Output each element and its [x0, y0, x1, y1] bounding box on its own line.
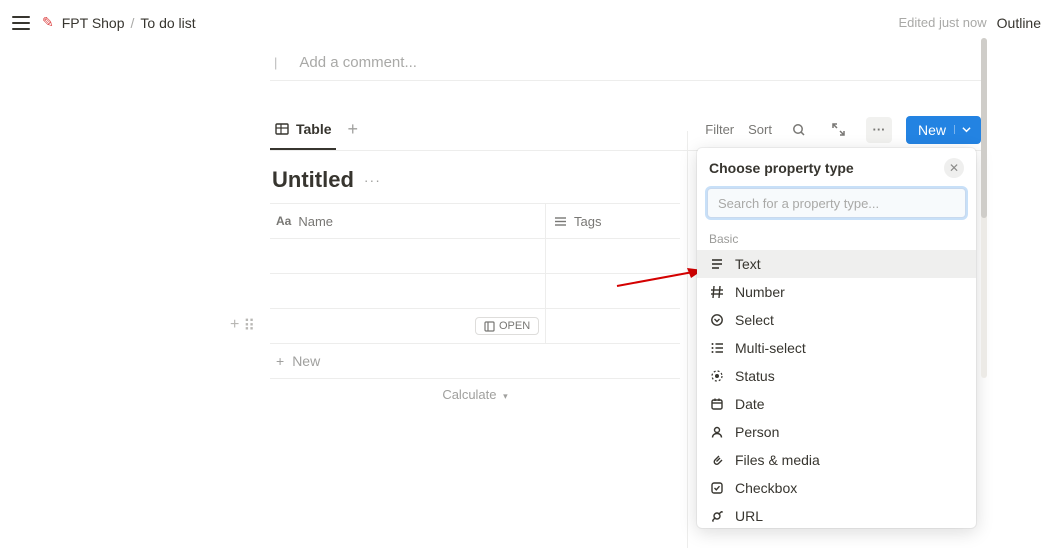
breadcrumb-page[interactable]: To do list — [140, 15, 195, 31]
add-icon[interactable]: + — [230, 316, 239, 336]
filter-button[interactable]: Filter — [705, 122, 734, 137]
page-icon: ✎ — [42, 14, 54, 31]
divider — [687, 131, 688, 548]
open-row-button[interactable]: OPEN — [475, 317, 539, 335]
row-handles[interactable]: + ⠿ — [230, 316, 255, 336]
popover-title: Choose property type — [709, 160, 854, 176]
breadcrumb-separator: / — [131, 15, 135, 31]
tabs-actions: Filter Sort ··· New — [705, 116, 981, 144]
files-icon — [709, 453, 725, 467]
tab-label: Table — [296, 121, 332, 137]
chevron-down-icon[interactable] — [954, 125, 971, 134]
person-icon — [709, 425, 725, 439]
column-tags-label: Tags — [574, 214, 601, 229]
property-label: Files & media — [735, 452, 820, 468]
expand-icon[interactable] — [826, 117, 852, 143]
table-header: Aa Name Tags — [270, 204, 680, 239]
property-type-text[interactable]: Text — [697, 250, 976, 278]
property-type-list: Text Number Select Multi-select Status Date Pe… — [697, 250, 976, 528]
property-label: Multi-select — [735, 340, 806, 356]
sort-button[interactable]: Sort — [748, 122, 772, 137]
table-row[interactable] — [270, 274, 680, 309]
property-type-checkbox[interactable]: Checkbox — [697, 474, 976, 502]
drag-handle-icon[interactable]: ⠿ — [243, 316, 255, 336]
topbar: ✎ FPT Shop / To do list Edited just now … — [0, 0, 1053, 45]
property-label: Date — [735, 396, 765, 412]
property-label: URL — [735, 508, 763, 524]
property-label: Person — [735, 424, 779, 440]
database-options-icon[interactable]: ··· — [364, 172, 381, 188]
property-type-popover: Choose property type ✕ Basic Text Number S… — [697, 148, 976, 528]
database-table: Aa Name Tags + ⠿ OPEN — [270, 203, 680, 410]
property-search-input[interactable] — [707, 188, 966, 218]
property-type-multiselect[interactable]: Multi-select — [697, 334, 976, 362]
table-icon — [274, 121, 290, 137]
search-icon[interactable] — [786, 117, 812, 143]
caret-icon: | — [274, 55, 277, 70]
property-label: Status — [735, 368, 775, 384]
breadcrumb: ✎ FPT Shop / To do list — [42, 14, 196, 31]
table-row[interactable] — [270, 239, 680, 274]
database-tabs: Table + Filter Sort ··· New — [270, 109, 981, 151]
property-label: Select — [735, 312, 774, 328]
open-label: OPEN — [499, 320, 530, 332]
url-icon — [709, 509, 725, 523]
number-icon — [709, 285, 725, 299]
more-icon[interactable]: ··· — [866, 117, 892, 143]
property-type-person[interactable]: Person — [697, 418, 976, 446]
new-row-button[interactable]: + New — [270, 344, 680, 379]
add-view-button[interactable]: + — [348, 119, 359, 140]
property-type-files[interactable]: Files & media — [697, 446, 976, 474]
edited-status: Edited just now — [898, 15, 986, 30]
multiselect-icon — [709, 341, 725, 355]
plus-icon: + — [276, 353, 284, 369]
menu-icon[interactable] — [12, 16, 30, 30]
column-name[interactable]: Aa Name — [270, 214, 545, 229]
property-label: Number — [735, 284, 785, 300]
column-name-label: Name — [298, 214, 333, 229]
tab-table[interactable]: Table — [270, 109, 336, 150]
date-icon — [709, 397, 725, 411]
text-icon — [709, 257, 725, 271]
select-icon — [709, 313, 725, 327]
new-button[interactable]: New — [906, 116, 981, 144]
checkbox-icon — [709, 481, 725, 495]
property-label: Text — [735, 256, 761, 272]
new-button-label: New — [918, 122, 946, 138]
outline-button[interactable]: Outline — [997, 15, 1041, 31]
comment-row[interactable]: | Add a comment... — [270, 45, 981, 81]
calculate-button[interactable]: Calculate ▾ — [270, 379, 680, 410]
section-basic: Basic — [697, 228, 976, 250]
chevron-down-icon: ▾ — [503, 391, 508, 401]
property-type-number[interactable]: Number — [697, 278, 976, 306]
property-type-select[interactable]: Select — [697, 306, 976, 334]
new-row-label: New — [292, 353, 320, 369]
table-row[interactable]: + ⠿ OPEN — [270, 309, 680, 344]
multiselect-icon — [554, 215, 567, 228]
close-icon[interactable]: ✕ — [944, 158, 964, 178]
property-type-date[interactable]: Date — [697, 390, 976, 418]
property-type-url[interactable]: URL — [697, 502, 976, 528]
scrollbar-thumb[interactable] — [981, 38, 987, 218]
text-type-icon: Aa — [276, 214, 291, 228]
column-tags[interactable]: Tags — [545, 204, 680, 238]
status-icon — [709, 369, 725, 383]
comment-placeholder: Add a comment... — [299, 54, 417, 71]
breadcrumb-workspace[interactable]: FPT Shop — [62, 15, 125, 31]
property-type-status[interactable]: Status — [697, 362, 976, 390]
database-title[interactable]: Untitled — [272, 167, 354, 193]
property-label: Checkbox — [735, 480, 797, 496]
